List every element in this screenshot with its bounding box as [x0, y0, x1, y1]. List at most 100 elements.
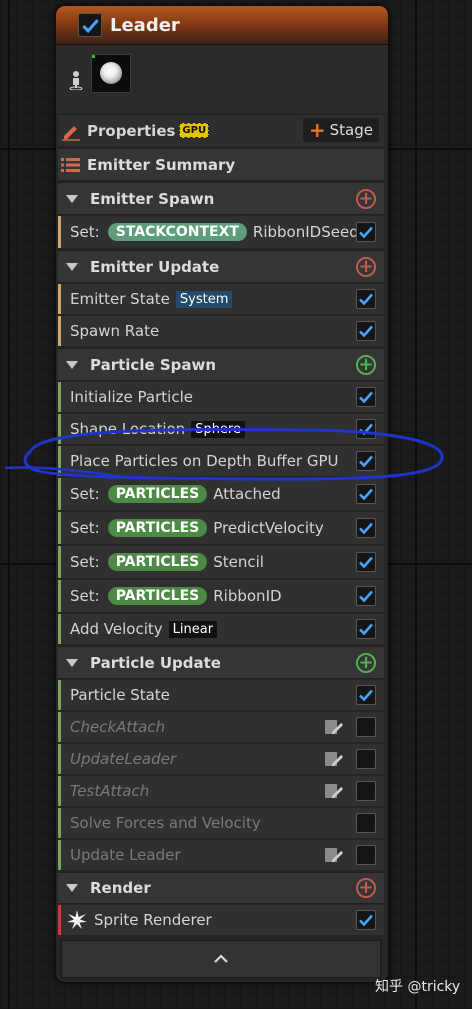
module-enabled-checkbox[interactable] [356, 321, 376, 341]
module-initialize-particle[interactable]: Initialize Particle [58, 382, 384, 413]
edit-script-icon[interactable] [324, 718, 344, 736]
module-enabled-checkbox[interactable] [356, 685, 376, 705]
particle-preview-thumbnail[interactable] [91, 54, 131, 93]
stage-color-bar [58, 905, 61, 935]
module-label: RibbonIDSeed [252, 223, 359, 241]
set-prefix: Set: [70, 223, 100, 241]
add-module-button[interactable]: + [356, 354, 376, 375]
module-label: TestAttach [70, 782, 150, 800]
edit-script-icon[interactable] [324, 846, 344, 864]
add-renderer-button[interactable]: + [356, 878, 376, 898]
collapse-caret-icon[interactable] [66, 884, 78, 892]
module-disabled-checkbox[interactable] [356, 845, 376, 865]
namespace-pill: STACKCONTEXT [107, 223, 247, 241]
module-label: Place Particles on Depth Buffer GPU [70, 452, 339, 470]
section-render[interactable]: Render + [58, 872, 384, 904]
module-emitter-state[interactable]: Emitter State System [58, 284, 384, 315]
section-particle-update[interactable]: Particle Update + [58, 646, 384, 679]
module-disabled-checkbox[interactable] [356, 781, 376, 801]
edit-script-icon[interactable] [324, 750, 344, 768]
module-spawn-rate[interactable]: Spawn Rate [58, 316, 384, 347]
module-label: PredictVelocity [213, 519, 324, 537]
stage-color-bar [58, 680, 61, 710]
person-pin-icon[interactable] [69, 70, 83, 94]
module-add-velocity[interactable]: Add Velocity Linear [58, 614, 384, 645]
add-module-button[interactable]: + [356, 256, 376, 277]
module-disabled-checkbox[interactable] [356, 813, 376, 833]
checkmark-icon [359, 325, 373, 338]
pencil-icon [62, 125, 80, 141]
section-label: Emitter Spawn [90, 189, 215, 208]
emitter-node[interactable]: Leader Properties GPU + Stage Emitter Su… [55, 5, 389, 983]
renderer-sprite[interactable]: Sprite Renderer [58, 905, 384, 936]
module-disabled-checkbox[interactable] [356, 717, 376, 737]
checkmark-icon [359, 522, 373, 535]
module-enabled-checkbox[interactable] [356, 619, 376, 639]
stage-color-bar [58, 382, 61, 412]
module-disabled-checkbox[interactable] [356, 749, 376, 769]
watermark: 知乎 @tricky [375, 979, 461, 995]
stage-color-bar [58, 414, 61, 444]
add-module-button[interactable]: + [356, 188, 376, 209]
checkmark-icon [359, 590, 373, 603]
properties-row[interactable]: Properties GPU + Stage [58, 115, 384, 147]
module-enabled-checkbox[interactable] [356, 451, 376, 471]
module-label: Attached [213, 485, 281, 503]
module-particle-state[interactable]: Particle State [58, 680, 384, 711]
emitter-enabled-checkbox[interactable] [78, 13, 102, 37]
collapse-caret-icon[interactable] [66, 262, 78, 271]
module-enabled-checkbox[interactable] [356, 484, 376, 504]
sprite-burst-icon [67, 910, 87, 929]
module-place-particles-depth-buffer[interactable]: Place Particles on Depth Buffer GPU [58, 446, 384, 477]
module-enabled-checkbox[interactable] [356, 419, 376, 439]
stage-color-bar [58, 478, 61, 510]
plus-icon: + [308, 118, 326, 142]
module-set-stencil[interactable]: Set: PARTICLES Stencil [58, 546, 384, 579]
stage-color-bar [58, 614, 61, 644]
module-enabled-checkbox[interactable] [356, 586, 376, 606]
section-emitter-spawn[interactable]: Emitter Spawn + [58, 182, 384, 215]
add-module-button[interactable]: + [356, 652, 376, 673]
emitter-summary-label: Emitter Summary [87, 155, 236, 174]
node-title-bar[interactable]: Leader [56, 6, 388, 45]
module-set-predictvelocity[interactable]: Set: PARTICLES PredictVelocity [58, 512, 384, 545]
module-shape-location[interactable]: Shape Location Sphere [58, 414, 384, 445]
section-label: Emitter Update [90, 257, 220, 276]
module-testattach[interactable]: TestAttach [58, 776, 384, 807]
collapse-caret-icon[interactable] [66, 360, 78, 369]
section-emitter-update[interactable]: Emitter Update + [58, 250, 384, 283]
module-label: Spawn Rate [70, 322, 160, 340]
stage-color-bar [58, 712, 61, 742]
stage-color-bar [58, 316, 61, 346]
module-enabled-checkbox[interactable] [356, 387, 376, 407]
module-set-attached[interactable]: Set: PARTICLES Attached [58, 478, 384, 511]
collapse-node-button[interactable] [61, 940, 381, 978]
edit-script-icon[interactable] [324, 782, 344, 800]
checkmark-icon [359, 293, 373, 306]
module-enabled-checkbox[interactable] [356, 222, 376, 242]
section-label: Particle Update [90, 653, 221, 672]
module-updateleader-script[interactable]: UpdateLeader [58, 744, 384, 775]
renderer-enabled-checkbox[interactable] [356, 910, 376, 930]
checkmark-icon [359, 623, 373, 636]
collapse-caret-icon[interactable] [66, 194, 78, 203]
module-checkattach[interactable]: CheckAttach [58, 712, 384, 743]
collapse-caret-icon[interactable] [66, 658, 78, 667]
module-set-ribbonid[interactable]: Set: PARTICLES RibbonID [58, 580, 384, 613]
module-enabled-checkbox[interactable] [356, 289, 376, 309]
section-particle-spawn[interactable]: Particle Spawn + [58, 348, 384, 381]
stage-color-bar [58, 446, 61, 476]
checkmark-icon [359, 423, 373, 436]
checkmark-icon [359, 488, 373, 501]
module-set-ribbonidseed[interactable]: Set: STACKCONTEXT RibbonIDSeed [58, 216, 384, 249]
checkmark-icon [359, 689, 373, 702]
module-update-leader[interactable]: Update Leader [58, 840, 384, 871]
namespace-pill: PARTICLES [107, 519, 208, 537]
module-enabled-checkbox[interactable] [356, 552, 376, 572]
set-prefix: Set: [70, 519, 100, 537]
emitter-summary-row[interactable]: Emitter Summary [58, 148, 384, 181]
stage-button[interactable]: + Stage [302, 118, 379, 142]
module-solve-forces[interactable]: Solve Forces and Velocity [58, 808, 384, 839]
module-enabled-checkbox[interactable] [356, 518, 376, 538]
checkmark-icon [359, 455, 373, 468]
